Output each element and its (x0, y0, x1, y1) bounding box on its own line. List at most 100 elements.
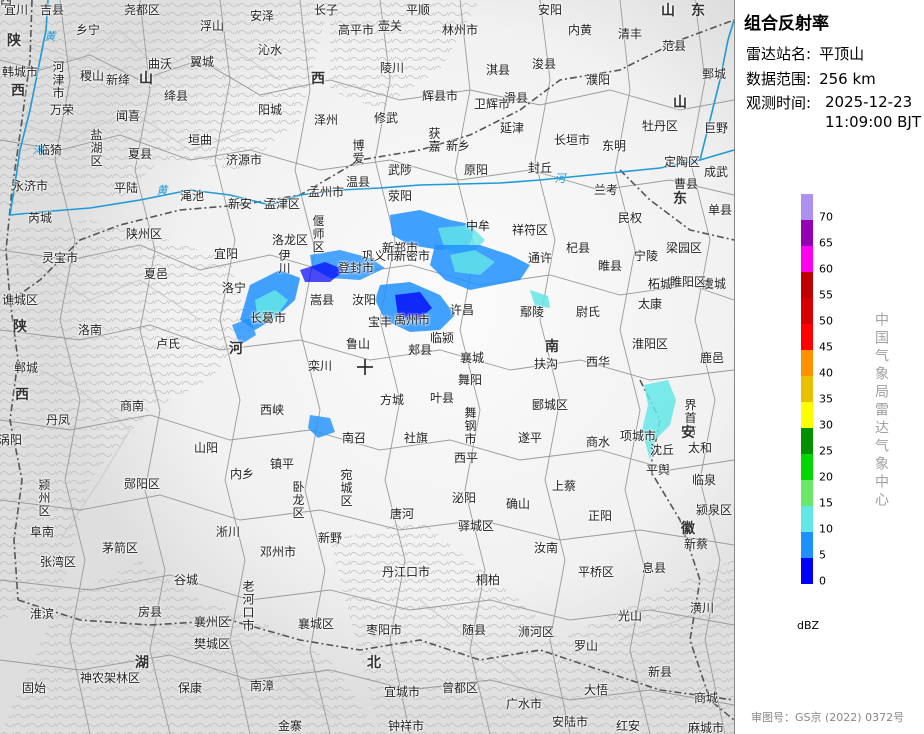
place-label: 唐河 (389, 507, 415, 521)
place-label: 安阳 (537, 3, 563, 17)
province-label: 安 (681, 425, 695, 441)
place-label: 确山 (505, 497, 531, 511)
place-label: 宛城区 (339, 468, 353, 508)
place-label: 浉河区 (517, 625, 555, 639)
place-label: 西平 (453, 451, 479, 465)
place-label: 吉县 (39, 3, 65, 17)
place-label: 内黄 (567, 23, 593, 37)
place-label: 樊城区 (193, 637, 231, 651)
place-label: 陵川 (379, 61, 405, 75)
place-label: 太康 (637, 297, 663, 311)
place-label: 南召 (341, 431, 367, 445)
place-label: 鄄城 (701, 67, 727, 81)
legend-swatch-30 (801, 402, 813, 428)
province-label: 西 (11, 83, 25, 99)
legend-tick-20: 20 (819, 470, 833, 484)
place-label: 中牟 (465, 219, 491, 233)
place-label: 邓州市 (259, 545, 297, 559)
legend-tick-65: 65 (819, 236, 833, 250)
place-label: 浮山 (199, 19, 225, 33)
place-label: 丹凤 (45, 413, 71, 427)
place-label: 新密市 (393, 249, 431, 263)
radar-map[interactable]: 宜川 吉县 乡宁 尧都区 浮山 安泽 长子 高平市 壶关 平顺 林州市 安阳 内黄 清丰 范县 韩城市 河津市稷… (0, 0, 735, 734)
place-label: 淮阳区 (631, 337, 669, 351)
province-label: 南 (545, 339, 559, 355)
river-label: 黄 (156, 184, 168, 197)
place-label: 灵宝市 (41, 251, 79, 265)
place-label: 郏县 (407, 343, 433, 357)
place-label: 商水 (585, 435, 611, 449)
place-label: 息县 (641, 561, 667, 575)
place-label: 清丰 (617, 27, 643, 41)
place-label: 闻喜 (115, 109, 141, 123)
place-label: 阳城 (257, 103, 283, 117)
legend-swatch-10 (801, 506, 813, 532)
place-label: 郸城 (13, 361, 39, 375)
place-label: 夏县 (127, 147, 153, 161)
place-label: 平舆 (645, 463, 671, 477)
place-label: 枣阳市 (365, 623, 403, 637)
producer-credit: 中国气象局雷达气象中心 (873, 312, 889, 510)
place-label: 封丘 (527, 161, 553, 175)
place-label: 泌阳 (451, 491, 477, 505)
place-label: 陕州区 (125, 227, 163, 241)
province-label: 徽 (681, 521, 695, 537)
place-label: 新蔡 (683, 537, 709, 551)
place-label: 兰考 (593, 183, 619, 197)
place-label: 商南 (119, 399, 145, 413)
place-label: 武陟 (387, 163, 413, 177)
place-label: 安陆市 (551, 715, 589, 729)
place-label: 博爱 (351, 139, 365, 165)
place-label: 新乡 (445, 139, 471, 153)
place-label: 许昌 (449, 303, 475, 317)
place-label: 潢川 (689, 601, 715, 615)
province-label: 陕 (7, 33, 21, 49)
place-label: 社旗 (403, 431, 429, 445)
place-label: 洛龙区 (271, 233, 309, 247)
province-label: 西 (15, 387, 29, 403)
place-label: 林州市 (441, 23, 479, 37)
place-label: 淅川 (215, 525, 241, 539)
radar-product-view: 宜川 吉县 乡宁 尧都区 浮山 安泽 长子 高平市 壶关 平顺 林州市 安阳 内黄 清丰 范县 韩城市 河津市稷… (0, 0, 924, 734)
legend-tick-35: 35 (819, 392, 833, 406)
place-label: 东明 (601, 139, 627, 153)
place-label: 山阳 (193, 441, 219, 455)
province-label: 山 (661, 3, 675, 19)
place-label: 荥阳 (387, 189, 413, 203)
place-label: 栾川 (307, 359, 333, 373)
place-label: 洛宁 (221, 281, 247, 295)
place-label: 巨野 (703, 121, 729, 135)
place-label: 原阳 (463, 163, 489, 177)
place-label: 辉县市 (421, 89, 459, 103)
legend-tick-40: 40 (819, 366, 833, 380)
place-label: 壶关 (377, 19, 403, 33)
legend-tick-15: 15 (819, 496, 833, 510)
river-label: 黄 (44, 30, 56, 43)
place-label: 睢县 (597, 259, 623, 273)
place-label: 翼城 (189, 55, 215, 69)
legend-tick-45: 45 (819, 340, 833, 354)
legend-swatch-65 (801, 220, 813, 246)
place-label: 汝南 (533, 541, 559, 555)
legend-swatch-70 (801, 194, 813, 220)
legend-swatch-60 (801, 246, 813, 272)
place-label: 鄢陵 (519, 305, 545, 319)
place-label: 谷城 (173, 573, 199, 587)
place-label: 杞县 (565, 241, 591, 255)
observation-time: 11:09:00 BJT (825, 113, 922, 131)
place-label: 范县 (661, 39, 687, 53)
place-label: 梁园区 (665, 241, 703, 255)
place-label: 罗山 (573, 639, 599, 653)
province-label: 东 (691, 3, 705, 19)
place-label: 定陶区 (663, 155, 701, 169)
place-label: 临泉 (691, 473, 717, 487)
place-label: 安泽 (249, 9, 275, 23)
range-value: 256 km (819, 70, 876, 88)
place-label: 伊川 (277, 249, 291, 275)
place-label: 洛南 (77, 323, 103, 337)
legend-unit: dBZ (797, 619, 820, 632)
place-label: 偃师区 (311, 214, 325, 254)
legend-tick-0: 0 (819, 574, 826, 588)
place-label: 民权 (617, 211, 643, 225)
place-label: 柘城 (647, 277, 673, 291)
